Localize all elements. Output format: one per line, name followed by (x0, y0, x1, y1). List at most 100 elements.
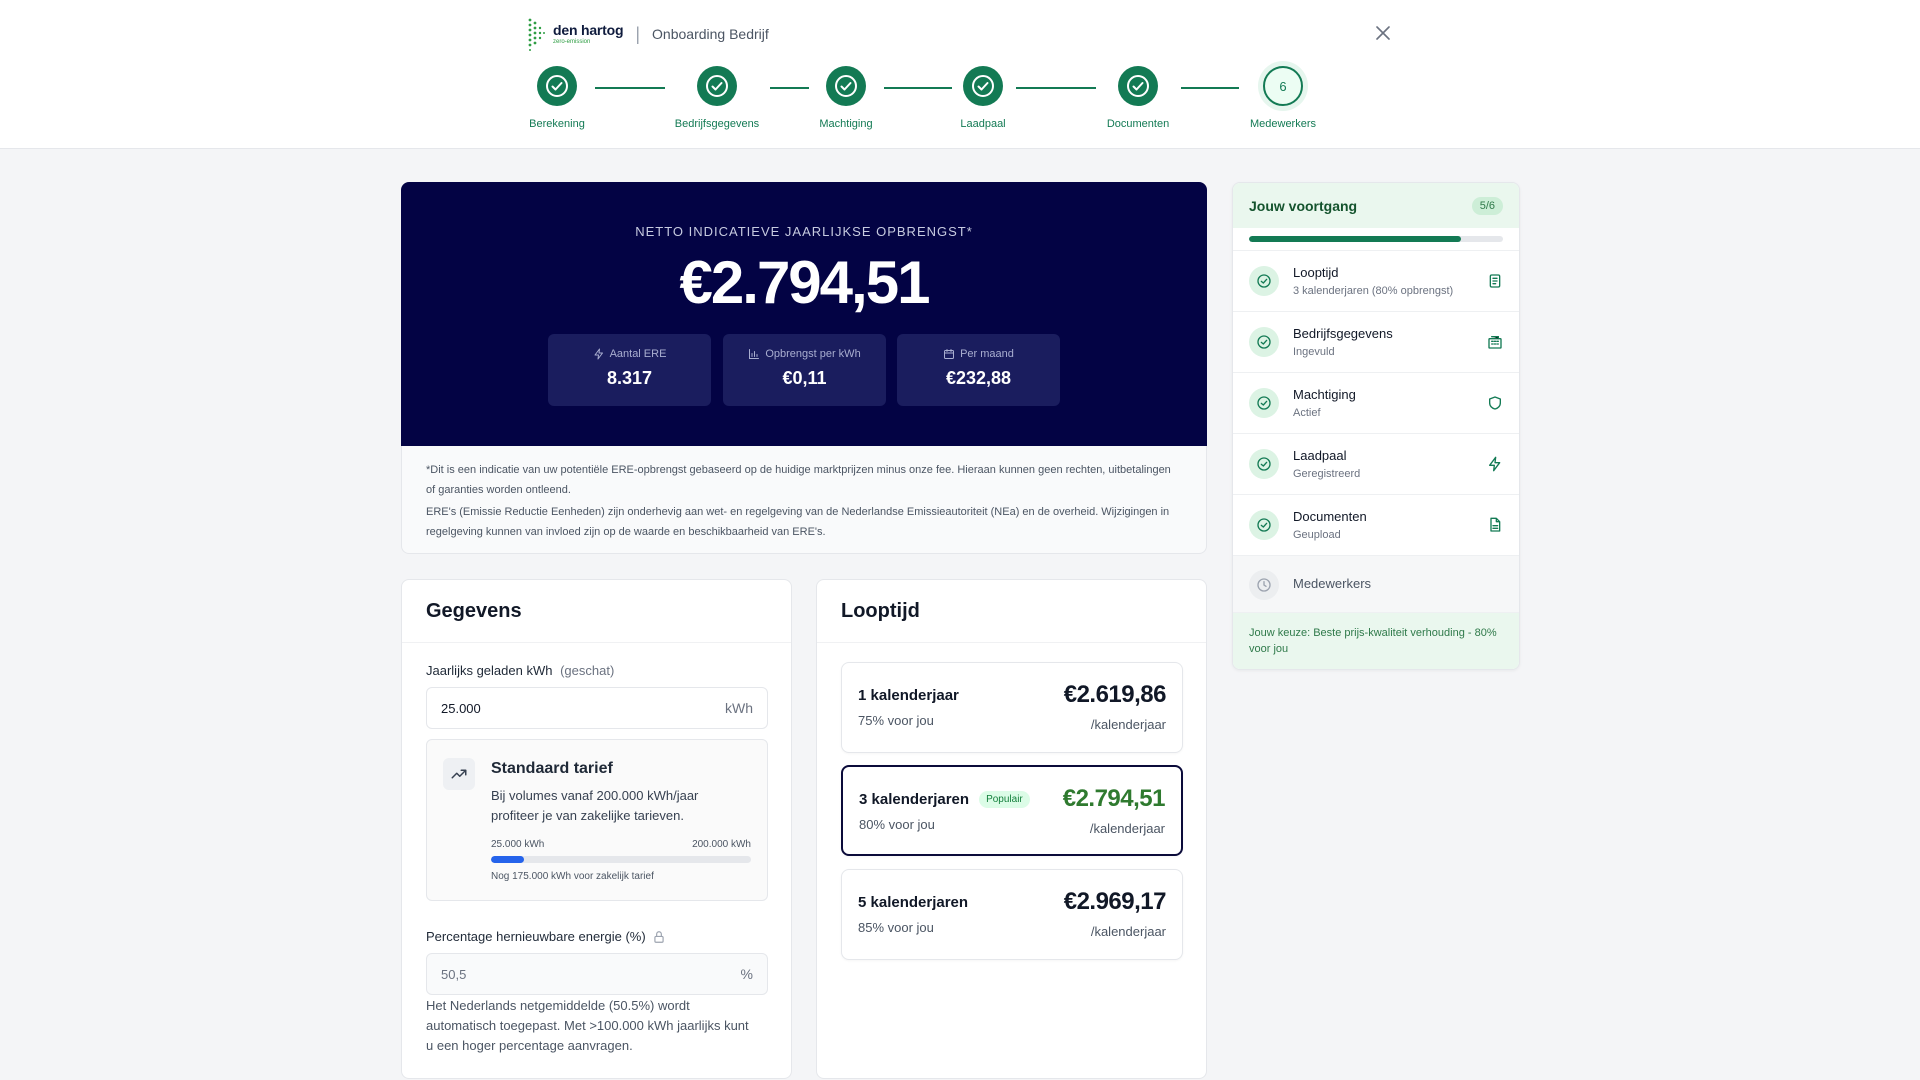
step-circle (1118, 66, 1158, 106)
progress-header: Jouw voortgang 5/6 (1233, 183, 1519, 228)
progress-item-name: Documenten (1293, 509, 1367, 524)
progress-item-sub: Geupload (1293, 529, 1341, 541)
step-documenten[interactable]: Documenten (1068, 66, 1208, 130)
stat-label: Aantal ERE (609, 348, 667, 360)
stat-opbrengst-kwh: Opbrengst per kWh €0,11 (723, 334, 886, 406)
renewable-value: 50,5 (441, 966, 467, 982)
step-berekening[interactable]: Berekening (487, 66, 627, 130)
step-circle (826, 66, 866, 106)
option-price: €2.619,86 (1063, 681, 1167, 708)
building-icon (1488, 336, 1502, 349)
stat-aantal-ere: Aantal ERE 8.317 (548, 334, 711, 406)
step-label: Berekening (529, 118, 585, 130)
check-circle-icon (972, 75, 994, 97)
logo-tagline: zero-emission (553, 39, 591, 45)
progress-count: 5/6 (1471, 196, 1503, 215)
step-circle-current: 6 (1263, 66, 1303, 106)
yield-summary: NETTO INDICATIEVE JAARLIJKSE OPBRENGST* … (401, 182, 1207, 446)
tariff-scale: 25.000 kWh 200.000 kWh (491, 839, 751, 850)
option-title: 1 kalenderjaar (858, 687, 959, 704)
stepper: Berekening Bedrijfsgegevens Machtiging L… (0, 66, 1920, 136)
looptijd-option-1-jaar[interactable]: 1 kalenderjaar 75% voor jou €2.619,86 /k… (841, 662, 1183, 753)
stat-value: €232,88 (945, 368, 1012, 388)
brand-separator: | (635, 23, 641, 44)
logo-name: den hartog (553, 22, 624, 38)
page-title: Onboarding Bedrijf (652, 26, 769, 42)
step-machtiging[interactable]: Machtiging (776, 66, 916, 130)
option-subtitle: 80% voor jou (859, 817, 935, 832)
check-circle-icon (1127, 75, 1149, 97)
progress-item-name: Looptijd (1293, 265, 1339, 280)
step-medewerkers[interactable]: 6 Medewerkers (1213, 66, 1353, 130)
progress-item-laadpaal[interactable]: Laadpaal Geregistreerd (1233, 434, 1519, 495)
stat-label: Opbrengst per kWh (765, 348, 861, 360)
check-circle-icon (546, 75, 568, 97)
looptijd-option-5-jaar[interactable]: 5 kalenderjaren 85% voor jou €2.969,17 /… (841, 869, 1183, 960)
tariff-scale-min: 25.000 kWh (491, 839, 545, 850)
check-circle-icon (1249, 510, 1279, 540)
kwh-input[interactable]: 25.000 kWh (426, 687, 768, 729)
progress-item-looptijd[interactable]: Looptijd 3 kalenderjaren (80% opbrengst) (1233, 251, 1519, 312)
tariff-info: Standaard tarief Bij volumes vanaf 200.0… (426, 739, 768, 901)
progress-item-name: Medewerkers (1293, 576, 1372, 591)
looptijd-option-3-jaar[interactable]: 3 kalenderjaren Populair 80% voor jou €2… (841, 765, 1183, 856)
progress-item-name: Bedrijfsgegevens (1293, 326, 1393, 341)
progress-item-sub: Ingevuld (1293, 346, 1335, 358)
step-label: Documenten (1106, 118, 1170, 130)
popular-badge: Populair (979, 791, 1030, 808)
option-period: /kalenderjaar (1089, 821, 1165, 836)
progress-panel: Jouw voortgang 5/6 Looptijd 3 kalenderja… (1232, 182, 1520, 670)
bar-chart-icon (749, 349, 760, 359)
progress-item-documenten[interactable]: Documenten Geupload (1233, 495, 1519, 556)
option-title: 3 kalenderjaren (859, 791, 970, 808)
check-circle-icon (1249, 449, 1279, 479)
lightning-icon (1489, 456, 1501, 472)
calendar-icon (944, 349, 955, 359)
progress-item-machtiging[interactable]: Machtiging Actief (1233, 373, 1519, 434)
tariff-description: Bij volumes vanaf 200.000 kWh/jaar profi… (491, 788, 699, 823)
clock-icon (1249, 570, 1279, 600)
tariff-note: Nog 175.000 kWh voor zakelijk tarief (491, 871, 654, 882)
step-laadpaal[interactable]: Laadpaal (913, 66, 1053, 130)
option-subtitle: 85% voor jou (858, 920, 934, 935)
selected-choice-note: Jouw keuze: Beste prijs-kwaliteit verhou… (1233, 613, 1519, 669)
progress-item-sub: Actief (1293, 407, 1321, 419)
progress-fill (1249, 236, 1461, 242)
yield-amount: €2.794,51 (679, 249, 931, 316)
document-icon (1490, 517, 1501, 532)
check-circle-icon (1249, 266, 1279, 296)
check-circle-icon (835, 75, 857, 97)
step-circle (963, 66, 1003, 106)
progress-item-bedrijfsgegevens[interactable]: Bedrijfsgegevens Ingevuld (1233, 312, 1519, 373)
progress-item-name: Laadpaal (1293, 448, 1347, 463)
option-price: €2.969,17 (1063, 888, 1167, 915)
tariff-title: Standaard tarief (491, 760, 613, 777)
step-bedrijfsgegevens[interactable]: Bedrijfsgegevens (647, 66, 787, 130)
renewable-help: Het Nederlands netgemiddelde (50.5%) wor… (426, 998, 749, 1053)
step-label: Laadpaal (960, 118, 1006, 130)
step-circle (537, 66, 577, 106)
stat-per-maand: Per maand €232,88 (897, 334, 1060, 406)
option-price: €2.794,51 (1062, 785, 1166, 812)
check-circle-icon (706, 75, 728, 97)
renewable-label: Percentage hernieuwbare energie (%) (426, 929, 666, 944)
check-circle-icon (1249, 327, 1279, 357)
step-label: Bedrijfsgegevens (674, 118, 760, 130)
brand: den hartog zero-emission | Onboarding Be… (527, 16, 769, 52)
stat-label: Per maand (960, 348, 1014, 360)
close-button[interactable] (1372, 22, 1394, 44)
progress-item-name: Machtiging (1293, 387, 1356, 402)
option-title: 5 kalenderjaren (858, 894, 969, 911)
renewable-unit: % (740, 966, 753, 982)
option-subtitle: 75% voor jou (858, 713, 934, 728)
kwh-unit: kWh (725, 700, 753, 716)
card-title: Looptijd (817, 580, 1206, 643)
stat-value: €0,11 (782, 368, 827, 388)
stat-value: 8.317 (606, 368, 653, 388)
clipboard-icon (1489, 274, 1501, 288)
option-period: /kalenderjaar (1090, 717, 1166, 732)
progress-item-medewerkers[interactable]: Medewerkers (1233, 556, 1519, 613)
renewable-input[interactable]: 50,5 % (426, 953, 768, 995)
tariff-progress-bar (491, 856, 751, 863)
yield-label: NETTO INDICATIEVE JAARLIJKSE OPBRENGST* (635, 224, 973, 239)
